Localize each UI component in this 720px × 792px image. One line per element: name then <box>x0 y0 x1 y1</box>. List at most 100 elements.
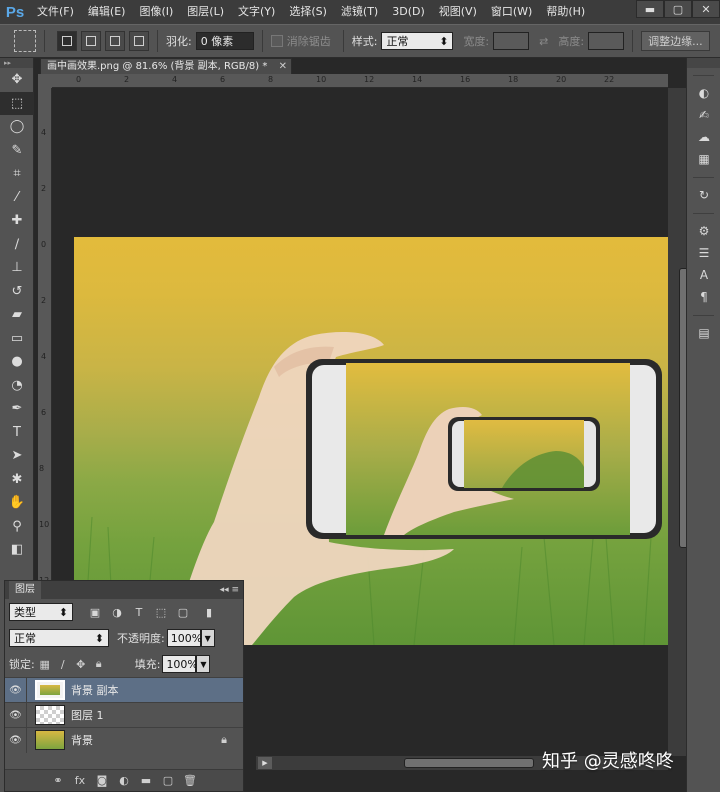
minimize-button[interactable]: ▬ <box>636 0 664 18</box>
actions-icon[interactable]: ⚙ <box>687 220 720 242</box>
fill-input[interactable]: 100% <box>162 655 198 673</box>
menu-3d[interactable]: 3D(D) <box>385 0 432 24</box>
opacity-dropdown-icon[interactable]: ▼ <box>200 629 215 647</box>
eraser-icon[interactable]: ▰ <box>0 303 34 327</box>
color-swatches-icon[interactable]: ◧ <box>0 538 34 562</box>
ruler-tick: 6 <box>220 75 226 84</box>
filter-adjust-icon[interactable]: ◑ <box>109 604 125 620</box>
tool-preset-picker[interactable] <box>14 30 36 52</box>
toolbox-collapse-handle[interactable]: ▸▸ <box>0 58 33 68</box>
zoom-icon[interactable]: ⚲ <box>0 515 34 539</box>
menu-window[interactable]: 窗口(W) <box>484 0 539 24</box>
blend-mode-select[interactable]: 正常 ⬍ <box>9 629 109 647</box>
layer-row[interactable]: 👁︎ 背景 副本 <box>5 677 243 703</box>
close-tab-icon[interactable]: ✕ <box>279 59 287 74</box>
filter-type-icon[interactable]: T <box>131 604 147 620</box>
visibility-eye-icon[interactable]: 👁︎ <box>5 702 27 728</box>
antialias-checkbox[interactable] <box>270 35 283 47</box>
layer-row[interactable]: 👁︎ 图层 1 <box>5 702 243 728</box>
layer-comps-icon[interactable]: ▤ <box>687 322 720 344</box>
type-icon[interactable]: T <box>0 421 34 445</box>
style-select[interactable]: 正常 ⬍ <box>381 32 454 50</box>
history-brush-icon[interactable]: ↺ <box>0 280 34 304</box>
marquee-icon[interactable]: ⬚ <box>0 91 34 115</box>
spot-heal-icon[interactable]: ✚ <box>0 209 34 233</box>
close-button[interactable]: ✕ <box>692 0 720 18</box>
refine-edge-button[interactable]: 调整边缘... <box>641 31 710 51</box>
layers-footer: ⚭ fx ◙ ◐ ▬ ▢ 🗑︎ <box>5 769 243 791</box>
blur-icon[interactable]: ● <box>0 350 34 374</box>
menu-layer[interactable]: 图层(L) <box>180 0 231 24</box>
filter-pixel-icon[interactable]: ▣ <box>87 604 103 620</box>
dodge-icon[interactable]: ◔ <box>0 374 34 398</box>
lasso-icon[interactable]: ◯ <box>0 115 34 139</box>
filter-type-select[interactable]: 类型 ⬍ <box>9 603 73 621</box>
divider <box>693 308 714 316</box>
menu-select[interactable]: 选择(S) <box>282 0 334 24</box>
lock-transparent-icon[interactable]: ▦ <box>37 656 53 672</box>
opacity-input[interactable]: 100% <box>166 629 202 647</box>
styles-icon[interactable]: ☁ <box>687 126 720 148</box>
menu-help[interactable]: 帮助(H) <box>539 0 592 24</box>
character-icon[interactable]: A <box>687 264 720 286</box>
menu-type[interactable]: 文字(Y) <box>231 0 282 24</box>
stamp-icon[interactable]: ⊥ <box>0 256 34 280</box>
quick-select-icon[interactable]: ✎ <box>0 139 34 163</box>
lock-position-icon[interactable]: ✥ <box>73 656 89 672</box>
add-mask-icon[interactable]: ◙ <box>92 772 112 790</box>
panel-menu-icon[interactable]: ◂◂ ≡ <box>220 585 239 595</box>
filter-shape-icon[interactable]: ⬚ <box>153 604 169 620</box>
color-icon[interactable]: ◐ <box>687 82 720 104</box>
new-layer-icon[interactable]: ▢ <box>158 772 178 790</box>
visibility-eye-icon[interactable]: 👁︎ <box>5 727 27 753</box>
intersect-selection-button[interactable] <box>129 31 149 51</box>
menu-filter[interactable]: 滤镜(T) <box>334 0 385 24</box>
vertical-scrollbar[interactable] <box>668 88 691 756</box>
filter-smart-icon[interactable]: ▢ <box>175 604 191 620</box>
lock-all-icon[interactable]: 🔒︎ <box>91 656 107 672</box>
layer-row[interactable]: 👁︎ 背景 🔒︎ <box>5 727 243 753</box>
eyedropper-icon[interactable]: ⁄ <box>0 186 34 210</box>
pen-icon[interactable]: ✒ <box>0 397 34 421</box>
swatches-icon[interactable]: ✍ <box>687 104 720 126</box>
gradient-icon[interactable]: ▭ <box>0 327 34 351</box>
restore-button[interactable]: ▢ <box>664 0 692 18</box>
crop-icon[interactable]: ⌗ <box>0 162 34 186</box>
shape-icon[interactable]: ✱ <box>0 468 34 492</box>
hand-icon[interactable]: ✋ <box>0 491 34 515</box>
swap-icon[interactable]: ⇄ <box>539 35 548 48</box>
layer-style-icon[interactable]: fx <box>70 772 90 790</box>
brush-icon[interactable]: ∕ <box>0 233 34 257</box>
subtract-selection-button[interactable] <box>105 31 125 51</box>
adjustment-layer-icon[interactable]: ◐ <box>114 772 134 790</box>
new-selection-button[interactable] <box>57 31 77 51</box>
menu-file[interactable]: 文件(F) <box>30 0 81 24</box>
height-input[interactable] <box>588 32 625 50</box>
lock-paint-icon[interactable]: ∕ <box>55 656 71 672</box>
feather-input[interactable]: 0 像素 <box>195 32 254 50</box>
ruler-horizontal[interactable]: 0 2 4 6 8 10 12 14 16 18 20 22 <box>52 74 668 88</box>
menu-view[interactable]: 视图(V) <box>432 0 484 24</box>
document-tab[interactable]: 画中画效果.png @ 81.6% (背景 副本, RGB/8) * ✕ <box>40 58 292 74</box>
new-group-icon[interactable]: ▬ <box>136 772 156 790</box>
visibility-eye-icon[interactable]: 👁︎ <box>5 677 27 703</box>
link-layers-icon[interactable]: ⚭ <box>48 772 68 790</box>
fill-dropdown-icon[interactable]: ▼ <box>196 655 211 673</box>
ruler-tick: 14 <box>412 75 423 84</box>
scroll-thumb[interactable] <box>404 758 534 768</box>
brush-preset-icon[interactable]: ☰ <box>687 242 720 264</box>
path-select-icon[interactable]: ➤ <box>0 444 34 468</box>
menu-edit[interactable]: 编辑(E) <box>81 0 133 24</box>
tab-layers[interactable]: 图层 <box>9 581 41 599</box>
filter-toggle[interactable]: ▮ <box>201 604 217 620</box>
paragraph-icon[interactable]: ¶ <box>687 286 720 308</box>
menu-image[interactable]: 图像(I) <box>132 0 180 24</box>
adjustments-icon[interactable]: ▦ <box>687 148 720 170</box>
scroll-left-icon[interactable]: ▶ <box>258 757 272 769</box>
history-icon[interactable]: ↻ <box>687 184 720 206</box>
add-selection-button[interactable] <box>81 31 101 51</box>
move-icon[interactable]: ✥ <box>0 68 34 92</box>
dock-collapse-handle[interactable] <box>687 58 720 68</box>
width-input[interactable] <box>493 32 530 50</box>
delete-layer-icon[interactable]: 🗑︎ <box>180 772 200 790</box>
